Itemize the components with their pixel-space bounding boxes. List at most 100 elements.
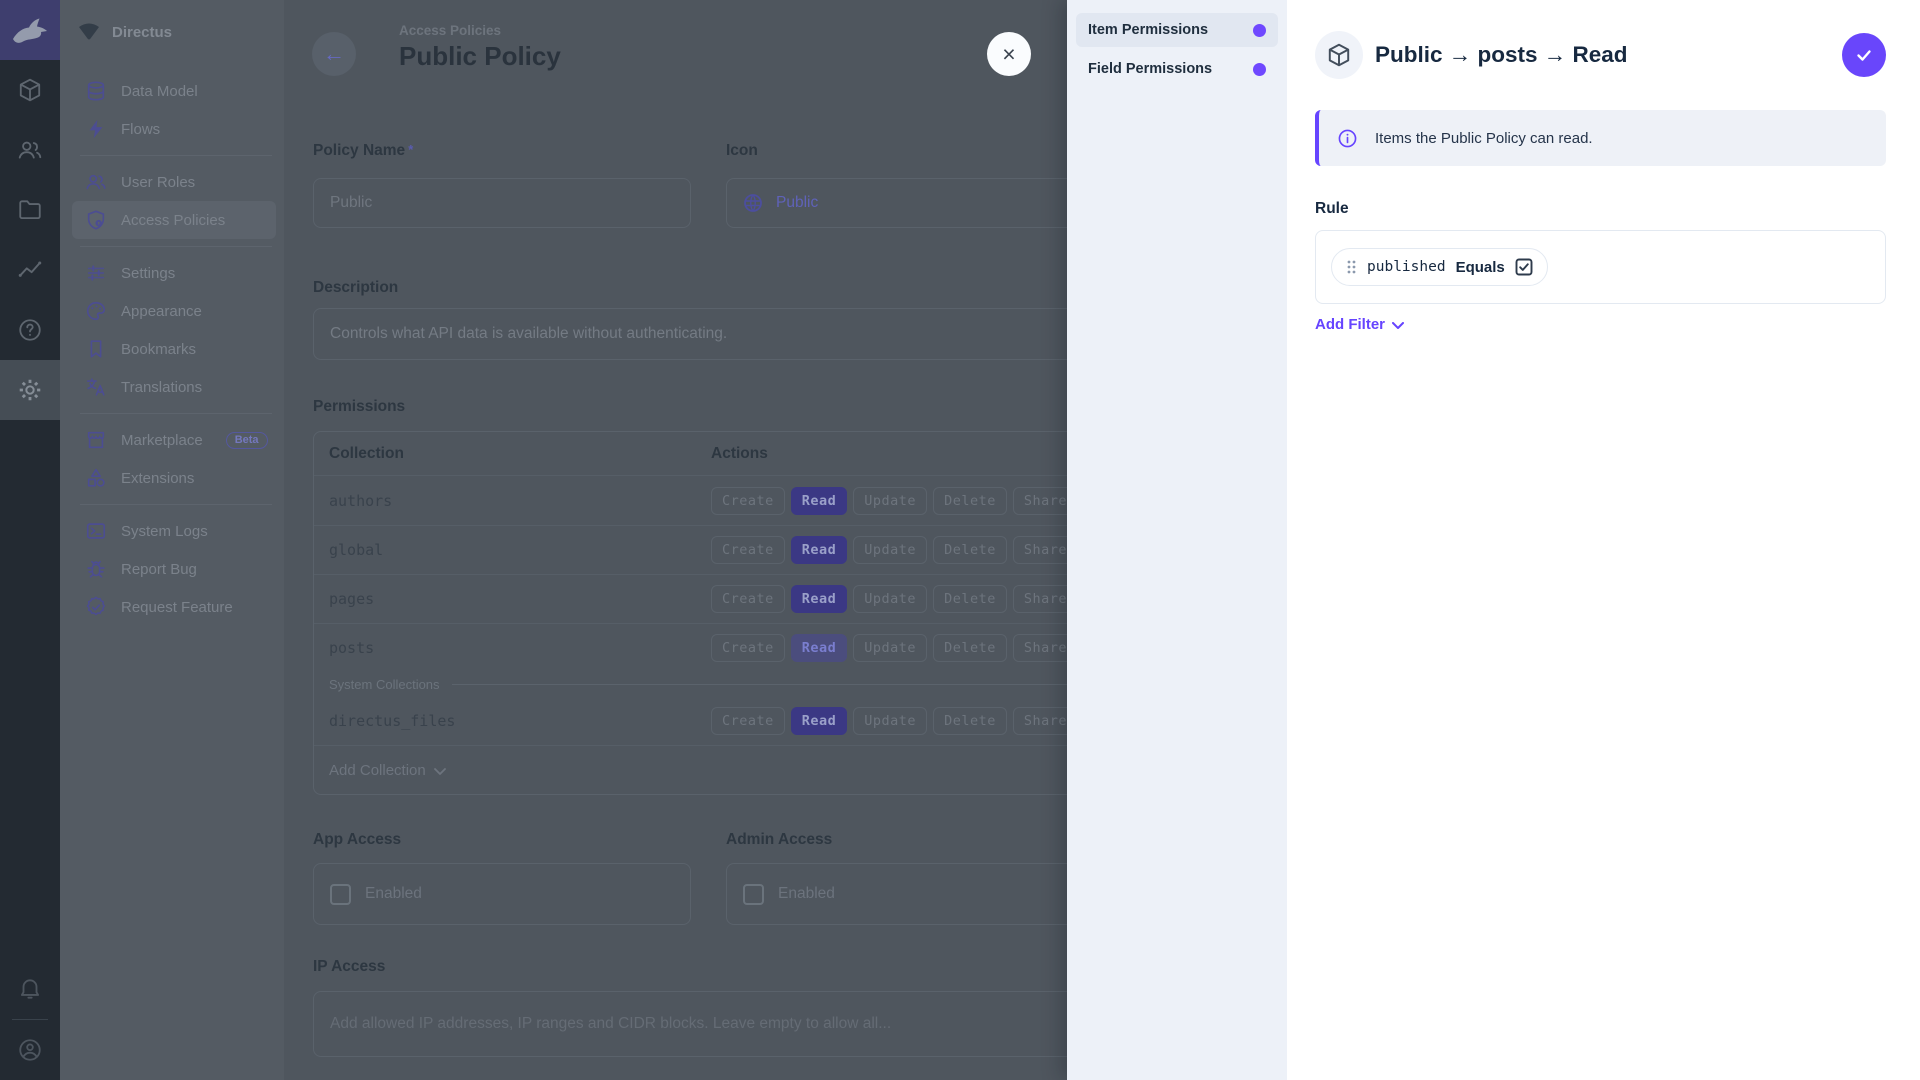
actions-column-header: Actions bbox=[711, 444, 768, 462]
policy-name-input[interactable]: Public bbox=[313, 178, 691, 228]
help-icon bbox=[19, 319, 41, 341]
update-permission-chip[interactable]: Update bbox=[853, 536, 928, 564]
tab-item-permissions[interactable]: Item Permissions bbox=[1076, 13, 1278, 47]
checkbox-unchecked-icon[interactable] bbox=[743, 883, 764, 905]
divider bbox=[80, 413, 272, 414]
notice-text: Items the Public Policy can read. bbox=[1375, 129, 1593, 147]
sidebar-item-flows[interactable]: Flows bbox=[60, 110, 276, 148]
chart-icon bbox=[18, 261, 42, 277]
read-permission-chip[interactable]: Read bbox=[790, 536, 848, 564]
terminal-icon bbox=[84, 519, 108, 543]
collection-column-header: Collection bbox=[329, 444, 404, 462]
bookmark-icon bbox=[84, 337, 108, 361]
shapes-icon bbox=[84, 466, 108, 490]
bolt-icon bbox=[84, 117, 108, 141]
drawer-tab-list: Item Permissions Field Permissions bbox=[1067, 0, 1287, 1080]
drag-handle-icon[interactable] bbox=[1346, 259, 1357, 275]
collection-name: global bbox=[329, 541, 384, 559]
sidebar-item-settings[interactable]: Settings bbox=[60, 254, 276, 292]
notifications[interactable] bbox=[0, 959, 60, 1019]
chevron-down-icon bbox=[1392, 322, 1404, 329]
database-icon bbox=[84, 79, 108, 103]
delete-permission-chip[interactable]: Delete bbox=[933, 634, 1007, 662]
users-icon bbox=[18, 141, 42, 159]
sidebar-item-access-policies[interactable]: Access Policies bbox=[72, 201, 276, 239]
checkbox-checked-icon[interactable] bbox=[1515, 258, 1533, 276]
read-permission-chip-editing[interactable]: Read bbox=[790, 634, 848, 662]
palette-icon bbox=[84, 299, 108, 323]
sidebar-item-request-feature[interactable]: Request Feature bbox=[60, 588, 276, 626]
read-permission-chip[interactable]: Read bbox=[790, 486, 848, 515]
module-help[interactable] bbox=[0, 300, 60, 360]
sidebar-item-bookmarks[interactable]: Bookmarks bbox=[60, 330, 276, 368]
users-icon bbox=[84, 170, 108, 194]
filter-operator[interactable]: Equals bbox=[1456, 259, 1505, 276]
check-icon bbox=[1857, 50, 1871, 61]
module-files[interactable] bbox=[0, 180, 60, 240]
divider bbox=[80, 155, 272, 156]
create-permission-chip[interactable]: Create bbox=[711, 706, 785, 735]
app-access-checkbox-field[interactable]: Enabled bbox=[313, 863, 691, 925]
avatar-icon bbox=[19, 1039, 41, 1061]
rule-box: published Equals bbox=[1315, 230, 1886, 304]
shield-lock-icon bbox=[84, 208, 108, 232]
project-header[interactable]: Directus bbox=[60, 0, 284, 64]
update-permission-chip[interactable]: Update bbox=[853, 634, 928, 662]
update-permission-chip[interactable]: Update bbox=[853, 585, 928, 613]
delete-permission-chip[interactable]: Delete bbox=[933, 536, 1007, 564]
folder-icon bbox=[19, 200, 41, 220]
tab-field-permissions[interactable]: Field Permissions bbox=[1076, 52, 1278, 86]
directus-logo[interactable] bbox=[0, 0, 60, 60]
update-permission-chip[interactable]: Update bbox=[853, 706, 928, 735]
read-permission-chip[interactable]: Read bbox=[790, 706, 848, 735]
required-star: * bbox=[408, 142, 414, 157]
project-icon bbox=[79, 23, 99, 40]
sidebar-item-report-bug[interactable]: Report Bug bbox=[60, 550, 276, 588]
collection-name: directus_files bbox=[329, 711, 456, 730]
sidebar-item-system-logs[interactable]: System Logs bbox=[60, 512, 276, 550]
sidebar-item-user-roles[interactable]: User Roles bbox=[60, 163, 276, 201]
delete-permission-chip[interactable]: Delete bbox=[933, 486, 1007, 515]
seal-check-icon bbox=[84, 595, 108, 619]
sidebar-item-translations[interactable]: Translations bbox=[60, 368, 276, 406]
module-insights[interactable] bbox=[0, 240, 60, 300]
create-permission-chip[interactable]: Create bbox=[711, 486, 785, 515]
save-button[interactable] bbox=[1842, 33, 1886, 77]
admin-access-checkbox-field[interactable]: Enabled bbox=[726, 863, 1104, 925]
filter-chip[interactable]: published Equals bbox=[1331, 248, 1548, 286]
policy-name-label: Policy Name * bbox=[313, 142, 414, 159]
delete-permission-chip[interactable]: Delete bbox=[933, 585, 1007, 613]
module-bar bbox=[0, 0, 60, 1080]
module-content[interactable] bbox=[0, 60, 60, 120]
app-access-label: App Access bbox=[313, 831, 402, 848]
chevron-down-icon bbox=[433, 767, 446, 775]
checkbox-unchecked-icon[interactable] bbox=[330, 883, 351, 905]
bug-icon bbox=[84, 557, 108, 581]
update-permission-chip[interactable]: Update bbox=[853, 486, 928, 515]
close-drawer-button[interactable]: × bbox=[987, 32, 1031, 76]
admin-access-label: Admin Access bbox=[726, 831, 833, 848]
sidebar-item-marketplace[interactable]: Marketplace Beta bbox=[60, 421, 276, 459]
add-filter-button[interactable]: Add Filter bbox=[1315, 316, 1404, 333]
read-permission-chip[interactable]: Read bbox=[790, 585, 848, 613]
collection-name: authors bbox=[329, 491, 393, 510]
permissions-drawer: Item Permissions Field Permissions Publi… bbox=[1067, 0, 1920, 1080]
icon-select[interactable]: Public bbox=[726, 178, 1104, 228]
user-menu[interactable] bbox=[0, 1020, 60, 1080]
create-permission-chip[interactable]: Create bbox=[711, 585, 785, 613]
storefront-icon bbox=[84, 428, 108, 452]
sidebar-item-appearance[interactable]: Appearance bbox=[60, 292, 276, 330]
sidebar-item-extensions[interactable]: Extensions bbox=[60, 459, 276, 497]
create-permission-chip[interactable]: Create bbox=[711, 536, 785, 564]
filter-field[interactable]: published bbox=[1367, 259, 1446, 275]
sidebar-item-data-model[interactable]: Data Model bbox=[60, 72, 276, 110]
delete-permission-chip[interactable]: Delete bbox=[933, 706, 1007, 735]
cube-icon bbox=[1328, 43, 1350, 67]
module-settings[interactable] bbox=[0, 360, 60, 420]
create-permission-chip[interactable]: Create bbox=[711, 634, 785, 662]
nav-sidebar: Directus Data Model Flows User Roles Acc… bbox=[60, 0, 284, 1080]
divider bbox=[80, 504, 272, 505]
sliders-icon bbox=[84, 261, 108, 285]
beta-badge: Beta bbox=[225, 431, 268, 449]
module-users[interactable] bbox=[0, 120, 60, 180]
